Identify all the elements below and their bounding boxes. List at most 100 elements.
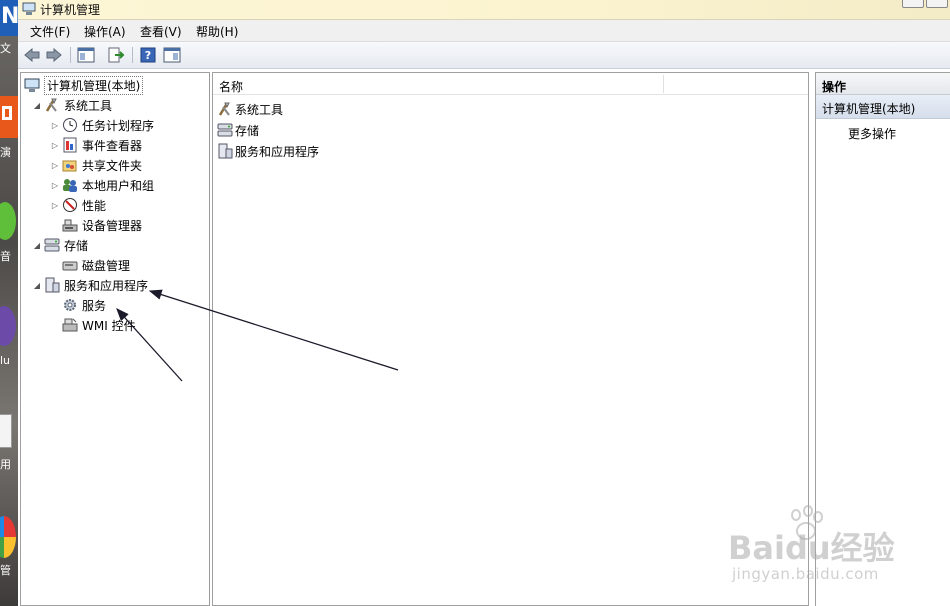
help-button[interactable]: ? — [138, 46, 158, 64]
tree-item-event-viewer[interactable]: ▷ 事件查看器 — [49, 135, 142, 155]
tree-item-label: 存储 — [64, 238, 89, 253]
tree-item-label: 设备管理器 — [82, 218, 143, 233]
menu-help[interactable]: 帮助(H) — [196, 23, 238, 40]
tree-item-task-scheduler[interactable]: ▷ 任务计划程序 — [49, 115, 154, 135]
actions-header: 操作 — [816, 73, 950, 95]
toolbar-separator — [70, 47, 71, 63]
tree-root-computer-management[interactable]: 计算机管理(本地) — [23, 75, 144, 95]
tree-item-label: 事件查看器 — [82, 138, 143, 153]
tree-item-system-tools[interactable]: ◢ 系统工具 — [31, 95, 112, 115]
expanded-arrow-icon[interactable]: ◢ — [31, 241, 43, 250]
list-item-services-applications[interactable]: 服务和应用程序 — [217, 141, 319, 161]
users-icon — [61, 177, 79, 193]
content-list-pane[interactable]: 名称 系统工具 存储 服务和应用程序 — [212, 72, 809, 606]
gear-icon — [61, 297, 79, 313]
watermark-brand: Baidu经验 — [728, 529, 895, 567]
export-list-button[interactable] — [106, 46, 126, 64]
toolbar-separator — [132, 47, 133, 63]
list-item-label: 服务和应用程序 — [235, 144, 320, 159]
storage-icon — [217, 122, 233, 138]
menu-bar: 文件(F) 操作(A) 查看(V) 帮助(H) — [18, 20, 950, 42]
tree-item-label: 磁盘管理 — [82, 258, 131, 273]
column-resize-handle[interactable] — [663, 75, 664, 93]
list-item-label: 存储 — [235, 123, 260, 138]
more-actions-link[interactable]: 更多操作 — [848, 125, 896, 142]
expanded-arrow-icon[interactable]: ◢ — [31, 281, 43, 290]
window-title: 计算机管理 — [40, 3, 101, 17]
menu-view[interactable]: 查看(V) — [140, 23, 182, 40]
list-item-system-tools[interactable]: 系统工具 — [217, 99, 283, 119]
column-header-name[interactable]: 名称 — [219, 78, 243, 95]
toolbar: ? — [18, 42, 950, 69]
export-icon — [108, 47, 125, 63]
expanded-arrow-icon[interactable]: ◢ — [31, 101, 43, 110]
action-pane-icon — [163, 47, 181, 63]
collapsed-arrow-icon[interactable]: ▷ — [49, 161, 61, 170]
forward-arrow-icon — [46, 48, 62, 62]
tree-item-label: 本地用户和组 — [82, 178, 155, 193]
tools-icon — [43, 97, 61, 113]
desktop-app-icon[interactable] — [0, 302, 18, 348]
tree-item-disk-management[interactable]: 磁盘管理 — [61, 255, 130, 275]
tree-item-label: 服务和应用程序 — [64, 278, 149, 293]
svg-text:?: ? — [145, 49, 151, 62]
services-apps-icon — [217, 143, 233, 159]
collapsed-arrow-icon[interactable]: ▷ — [49, 201, 61, 210]
menu-file[interactable]: 文件(F) — [30, 23, 70, 40]
desktop-label: 文 — [0, 42, 11, 55]
tree-item-device-manager[interactable]: 设备管理器 — [61, 215, 142, 235]
column-header[interactable]: 名称 — [213, 73, 808, 95]
tree-item-label: 系统工具 — [64, 98, 113, 113]
tree-item-label: 性能 — [82, 198, 107, 213]
desktop-app-icon[interactable]: N — [0, 0, 18, 36]
maximize-button[interactable] — [926, 0, 948, 8]
desktop-background: N 文 演 音 lu 用 管 — [0, 0, 18, 606]
tree-item-local-users-groups[interactable]: ▷ 本地用户和组 — [49, 175, 154, 195]
help-icon: ? — [140, 47, 156, 63]
tree-item-services[interactable]: 服务 — [61, 295, 106, 315]
list-item-storage[interactable]: 存储 — [217, 120, 259, 140]
baidu-watermark: Baidu经验 jingyan.baidu.com — [728, 505, 928, 590]
actions-section-computer-management[interactable]: 计算机管理(本地) — [816, 95, 950, 119]
tree-item-storage[interactable]: ◢ 存储 — [31, 235, 88, 255]
desktop-app-icon[interactable] — [0, 510, 18, 560]
desktop-label: 用 — [0, 458, 11, 471]
event-viewer-icon — [61, 137, 79, 153]
disk-icon — [61, 257, 79, 273]
tree-item-performance[interactable]: ▷ 性能 — [49, 195, 106, 215]
show-hide-console-tree-button[interactable] — [76, 46, 96, 64]
collapsed-arrow-icon[interactable]: ▷ — [49, 181, 61, 190]
console-tree-pane[interactable]: 计算机管理(本地) ◢ 系统工具 ▷ 任务计划程序 ▷ 事件查看器 ▷ 共享文件… — [20, 72, 210, 606]
tools-icon — [217, 101, 233, 117]
show-hide-action-pane-button[interactable] — [162, 46, 182, 64]
tree-item-shared-folders[interactable]: ▷ 共享文件夹 — [49, 155, 142, 175]
tree-item-label: 共享文件夹 — [82, 158, 143, 173]
tree-item-label: WMI 控件 — [82, 318, 136, 333]
collapsed-arrow-icon[interactable]: ▷ — [49, 121, 61, 130]
performance-icon — [61, 197, 79, 213]
device-manager-icon — [61, 217, 79, 233]
collapsed-arrow-icon[interactable]: ▷ — [49, 141, 61, 150]
desktop-app-icon[interactable] — [0, 408, 18, 452]
desktop-label: 管 — [0, 564, 11, 577]
minimize-button[interactable] — [902, 0, 924, 8]
desktop-label: 音 — [0, 250, 11, 263]
desktop-app-icon[interactable] — [0, 198, 18, 244]
computer-management-icon — [23, 77, 41, 93]
tree-item-wmi-control[interactable]: WMI 控件 — [61, 315, 136, 335]
title-bar[interactable]: 计算机管理 — [18, 0, 950, 20]
tree-item-services-applications[interactable]: ◢ 服务和应用程序 — [31, 275, 148, 295]
forward-button[interactable] — [44, 46, 64, 64]
desktop-app-icon[interactable] — [0, 96, 18, 138]
console-tree-icon — [77, 47, 95, 63]
desktop-label: 演 — [0, 146, 11, 159]
menu-action[interactable]: 操作(A) — [84, 23, 126, 40]
services-apps-icon — [43, 277, 61, 293]
tree-root-label: 计算机管理(本地) — [44, 75, 144, 95]
tree-item-label: 服务 — [82, 298, 107, 313]
desktop-label: lu — [0, 354, 11, 367]
watermark-url: jingyan.baidu.com — [732, 565, 879, 583]
computer-management-icon — [22, 2, 36, 19]
storage-icon — [43, 237, 61, 253]
back-button[interactable] — [22, 46, 42, 64]
